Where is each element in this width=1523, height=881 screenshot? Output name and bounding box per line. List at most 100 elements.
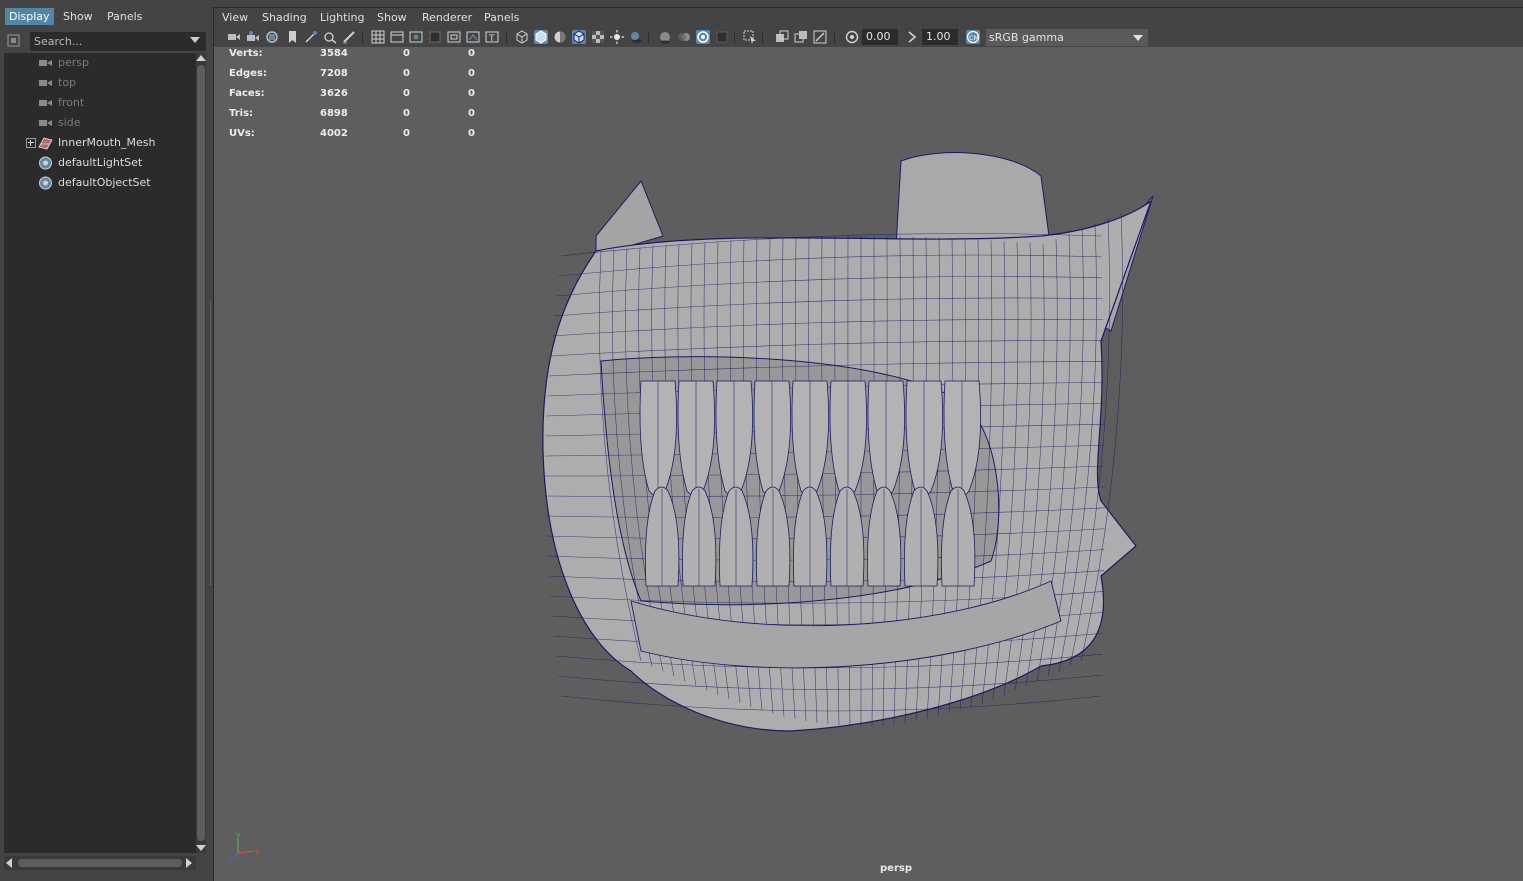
camera-attributes-icon[interactable] xyxy=(246,30,260,44)
grease-pencil-icon[interactable] xyxy=(342,30,356,44)
camera-name-label: persp xyxy=(880,863,912,874)
scroll-right-icon[interactable] xyxy=(186,858,192,868)
outliner-menu-display[interactable]: Display xyxy=(5,8,54,25)
view-transform-select[interactable]: sRGB gamma xyxy=(986,29,1148,46)
outliner-item-front[interactable]: front xyxy=(4,93,196,113)
outliner-menu-panels[interactable]: Panels xyxy=(103,8,146,25)
outliner-panel: Display Show Panels persp top front side xyxy=(0,0,210,880)
camera-icon xyxy=(38,96,53,110)
bookmark-camera-icon[interactable] xyxy=(265,30,279,44)
textured-icon[interactable] xyxy=(591,30,605,44)
outliner-menu-show[interactable]: Show xyxy=(59,8,97,25)
gamma-field[interactable]: 1.00 xyxy=(922,29,958,45)
viewport-menu-lighting[interactable]: Lighting xyxy=(320,9,364,26)
outliner-horizontal-scrollbar[interactable] xyxy=(4,856,196,870)
camera-icon xyxy=(38,76,53,90)
scroll-up-icon[interactable] xyxy=(196,55,206,61)
use-all-lights-icon[interactable] xyxy=(610,30,624,44)
outliner-item-label: side xyxy=(58,116,81,129)
default-material-icon[interactable] xyxy=(553,30,567,44)
hud-row: Tris: 6898 0 0 xyxy=(229,107,499,121)
image-plane-icon[interactable] xyxy=(304,30,318,44)
outliner-menubar: Display Show Panels xyxy=(0,7,210,26)
depth-of-field-icon[interactable] xyxy=(715,30,729,44)
wireframe-icon[interactable] xyxy=(515,30,529,44)
field-chart-icon[interactable] xyxy=(447,30,461,44)
outliner-item-innermouth-mesh[interactable]: InnerMouth_Mesh xyxy=(4,133,196,153)
outliner-item-defaultobjectset[interactable]: defaultObjectSet xyxy=(4,173,196,193)
wireframe-on-shaded-icon[interactable] xyxy=(572,30,586,44)
xray-joints-icon[interactable] xyxy=(813,30,827,44)
hud-label: Edges: xyxy=(229,68,267,79)
innermouth-mesh-wireframe[interactable] xyxy=(214,47,1523,881)
hud-label: Tris: xyxy=(229,108,254,119)
camera-icon xyxy=(38,56,53,70)
outliner-item-persp[interactable]: persp xyxy=(4,53,196,73)
safe-action-icon[interactable] xyxy=(466,30,480,44)
gamma-icon[interactable] xyxy=(905,30,919,44)
multisample-aa-icon[interactable] xyxy=(696,30,710,44)
filter-icon[interactable] xyxy=(6,33,22,49)
hud-label: UVs: xyxy=(229,128,255,139)
outliner-item-defaultlightset[interactable]: defaultLightSet xyxy=(4,153,196,173)
viewport-menu-panels[interactable]: Panels xyxy=(484,9,519,26)
hud-value: 3584 xyxy=(320,48,348,59)
resolution-gate-icon[interactable] xyxy=(409,30,423,44)
viewport-menu-show[interactable]: Show xyxy=(377,9,407,26)
hud-value: 0 xyxy=(403,108,410,119)
outliner-list: persp top front side InnerMouth_Mesh def… xyxy=(4,53,196,853)
smooth-shade-icon[interactable] xyxy=(534,30,548,44)
select-camera-icon[interactable] xyxy=(227,30,241,44)
outliner-vertical-scrollbar[interactable] xyxy=(196,53,206,853)
shadows-icon[interactable] xyxy=(629,30,643,44)
hud-row: Faces: 3626 0 0 xyxy=(229,87,499,101)
scroll-down-icon[interactable] xyxy=(196,845,206,851)
object-set-icon xyxy=(38,156,53,170)
bookmark-icon[interactable] xyxy=(285,30,299,44)
exposure-field[interactable]: 0.00 xyxy=(862,29,898,45)
film-gate-icon[interactable] xyxy=(390,30,404,44)
viewport-menu-shading[interactable]: Shading xyxy=(262,9,307,26)
screen-space-ao-icon[interactable] xyxy=(658,30,672,44)
xray-active-components-icon[interactable] xyxy=(794,30,808,44)
outliner-item-label: top xyxy=(58,76,77,89)
hud-value: 0 xyxy=(468,88,475,99)
chevron-down-icon xyxy=(1133,35,1143,41)
viewport-menu-renderer[interactable]: Renderer xyxy=(422,9,472,26)
outliner-item-top[interactable]: top xyxy=(4,73,196,93)
axis-z-label: z xyxy=(228,855,232,863)
viewport-menu-view[interactable]: View xyxy=(222,9,248,26)
exposure-icon[interactable] xyxy=(845,30,859,44)
hud-value: 0 xyxy=(403,128,410,139)
grid-icon[interactable] xyxy=(371,30,385,44)
outliner-item-label: defaultObjectSet xyxy=(58,176,151,189)
hud-row: Edges: 7208 0 0 xyxy=(229,67,499,81)
hud-value: 7208 xyxy=(320,68,348,79)
search-dropdown-icon[interactable] xyxy=(190,37,200,43)
scroll-left-icon[interactable] xyxy=(6,858,12,868)
hud-value: 4002 xyxy=(320,128,348,139)
outliner-item-side[interactable]: side xyxy=(4,113,196,133)
outliner-item-label: front xyxy=(58,96,85,109)
expand-icon[interactable] xyxy=(26,138,36,148)
motion-blur-icon[interactable] xyxy=(677,30,691,44)
gate-mask-icon[interactable] xyxy=(428,30,442,44)
safe-title-icon[interactable]: T xyxy=(485,30,499,44)
viewport-canvas[interactable]: Verts: 3584 0 0 Edges: 7208 0 0 Faces: 3626 0 0 Tris… xyxy=(214,47,1523,881)
hud-label: Faces: xyxy=(229,88,265,99)
outliner-search-input[interactable] xyxy=(30,32,206,51)
xray-icon[interactable] xyxy=(775,30,789,44)
viewport-panel: View Shading Lighting Show Renderer Pane… xyxy=(213,7,1523,881)
scroll-thumb[interactable] xyxy=(197,65,205,841)
hud-value: 0 xyxy=(468,108,475,119)
hud-row: Verts: 3584 0 0 xyxy=(229,47,499,61)
mesh-transform-icon xyxy=(38,136,53,150)
camera-icon xyxy=(38,116,53,130)
hud-value: 0 xyxy=(468,128,475,139)
color-management-icon[interactable]: CM xyxy=(966,30,980,44)
2d-pan-zoom-icon[interactable] xyxy=(323,30,337,44)
isolate-select-icon[interactable] xyxy=(743,30,757,44)
viewport-toolbar: T 0.00 1.00 CM sRGB gamma xyxy=(214,28,1523,47)
scroll-thumb[interactable] xyxy=(18,859,182,867)
axis-y-label: y xyxy=(236,830,241,839)
